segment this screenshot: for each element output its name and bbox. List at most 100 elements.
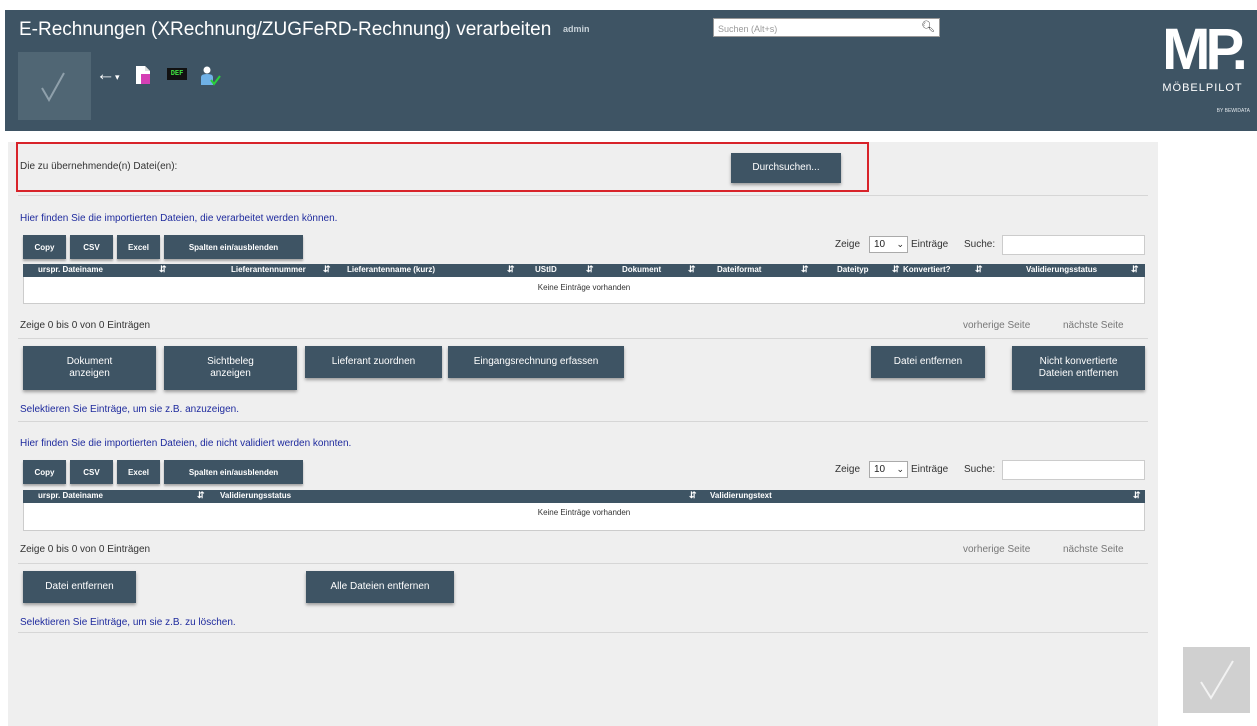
page-title: E-Rechnungen (XRechnung/ZUGFeRD-Rechnung… [19, 19, 552, 40]
divider [18, 632, 1148, 633]
table-search-label: Suche: [964, 239, 996, 250]
def-icon[interactable]: DEF [167, 68, 187, 80]
remove-file-button[interactable]: Datei entfernen [871, 346, 985, 378]
document-edit-icon[interactable] [135, 65, 151, 85]
button-line: Nicht konvertierte [1039, 356, 1118, 367]
length-suffix: Einträge [911, 239, 949, 250]
sort-icon[interactable]: ⇵ [507, 264, 515, 275]
length-prefix: Zeige [835, 464, 861, 475]
browse-button[interactable]: Durchsuchen... [731, 153, 841, 183]
button-line: anzeigen [210, 368, 251, 379]
sort-icon[interactable]: ⇵ [197, 490, 205, 501]
col-header[interactable]: Dateiformat [717, 265, 761, 274]
table2-header: urspr. Dateiname ⇵ Validierungsstatus ⇵ … [23, 490, 1145, 503]
table1-hint: Selektieren Sie Einträge, um sie z.B. an… [20, 404, 240, 415]
col-header[interactable]: Validierungsstatus [220, 491, 291, 500]
button-line: Dokument [66, 356, 113, 367]
table2-body: Keine Einträge vorhanden [23, 503, 1145, 531]
next-page-link[interactable]: nächste Seite [1063, 544, 1124, 555]
user-check-icon[interactable] [199, 65, 221, 87]
table2-info: Hier finden Sie die importierten Dateien… [20, 438, 352, 449]
remove-file-button[interactable]: Datei entfernen [23, 571, 136, 603]
table1-count: Zeige 0 bis 0 von 0 Einträgen [20, 320, 151, 331]
divider [18, 338, 1148, 339]
divider [18, 421, 1148, 422]
excel-button[interactable]: Excel [117, 235, 160, 259]
sort-icon[interactable]: ⇵ [1133, 490, 1141, 501]
table1-info: Hier finden Sie die importierten Dateien… [20, 213, 338, 224]
confirm-tile[interactable] [1183, 647, 1250, 713]
sort-icon[interactable]: ⇵ [323, 264, 331, 275]
csv-button[interactable]: CSV [70, 235, 113, 259]
col-header[interactable]: UStID [535, 265, 557, 274]
length-select[interactable]: 10 ⌄ [869, 461, 908, 478]
col-header[interactable]: urspr. Dateiname [38, 491, 103, 500]
columns-toggle-button[interactable]: Spalten ein/ausblenden [164, 460, 303, 484]
sort-icon[interactable]: ⇵ [159, 264, 167, 275]
empty-row: Keine Einträge vorhanden [537, 508, 631, 517]
sort-icon[interactable]: ⇵ [586, 264, 594, 275]
copy-button[interactable]: Copy [23, 460, 66, 484]
table1-body: Keine Einträge vorhanden [23, 277, 1145, 304]
excel-button[interactable]: Excel [117, 460, 160, 484]
copy-button[interactable]: Copy [23, 235, 66, 259]
col-header[interactable]: Validierungsstatus [1026, 265, 1097, 274]
chevron-down-icon: ⌄ [896, 239, 904, 249]
col-header[interactable]: Dateityp [837, 265, 869, 274]
sort-icon[interactable]: ⇵ [975, 264, 983, 275]
sort-icon[interactable]: ⇵ [689, 490, 697, 501]
button-line: Dateien entfernen [1038, 368, 1119, 379]
prev-page-link[interactable]: vorherige Seite [963, 320, 1030, 331]
global-search-input[interactable] [714, 20, 914, 38]
columns-toggle-button[interactable]: Spalten ein/ausblenden [164, 235, 303, 259]
search-icon[interactable]: 🔍︎ [921, 20, 935, 33]
app-header: E-Rechnungen (XRechnung/ZUGFeRD-Rechnung… [5, 10, 1257, 131]
company-logo: MP. MÖBELPILOT BY BEWIDATA [1155, 20, 1250, 130]
divider [18, 195, 1148, 196]
length-value: 10 [874, 239, 886, 250]
table2-count: Zeige 0 bis 0 von 0 Einträgen [20, 544, 151, 555]
back-arrow-icon[interactable]: ←▾ [96, 65, 120, 85]
chevron-down-icon: ⌄ [896, 464, 904, 474]
col-header[interactable]: Lieferantenname (kurz) [347, 265, 435, 274]
length-prefix: Zeige [835, 239, 861, 250]
button-line: anzeigen [69, 368, 110, 379]
table2-hint: Selektieren Sie Einträge, um sie z.B. zu… [20, 617, 236, 628]
app-root: E-Rechnungen (XRechnung/ZUGFeRD-Rechnung… [0, 0, 1257, 726]
col-header[interactable]: Lieferantennummer [231, 265, 306, 274]
assign-supplier-button[interactable]: Lieferant zuordnen [305, 346, 442, 378]
show-document-button[interactable]: Dokument anzeigen [23, 346, 156, 390]
table1-header: urspr. Dateiname ⇵ Lieferantennummer ⇵ L… [23, 264, 1145, 277]
col-header[interactable]: Konvertiert? [903, 265, 951, 274]
length-value: 10 [874, 464, 886, 475]
next-page-link[interactable]: nächste Seite [1063, 320, 1124, 331]
checkmark-icon [41, 72, 65, 102]
table-search-label: Suche: [964, 464, 996, 475]
sort-icon[interactable]: ⇵ [688, 264, 696, 275]
col-header[interactable]: urspr. Dateiname [38, 265, 103, 274]
csv-button[interactable]: CSV [70, 460, 113, 484]
sort-icon[interactable]: ⇵ [892, 264, 900, 275]
user-name: admin [563, 24, 590, 34]
table-search-input[interactable] [1002, 235, 1145, 255]
button-line: Sichtbeleg [207, 356, 254, 367]
logo-brand: MÖBELPILOT [1162, 82, 1243, 94]
remove-all-files-button[interactable]: Alle Dateien entfernen [306, 571, 454, 603]
col-header[interactable]: Dokument [622, 265, 661, 274]
length-suffix: Einträge [911, 464, 949, 475]
remove-unconverted-button[interactable]: Nicht konvertierte Dateien entfernen [1012, 346, 1145, 390]
length-select[interactable]: 10 ⌄ [869, 236, 908, 253]
sort-icon[interactable]: ⇵ [801, 264, 809, 275]
logo-byline: BY BEWIDATA [1216, 108, 1250, 114]
global-search[interactable]: 🔍︎ [713, 18, 940, 38]
logo-mark: MP. [1162, 17, 1248, 82]
table-search-input[interactable] [1002, 460, 1145, 480]
show-view-document-button[interactable]: Sichtbeleg anzeigen [164, 346, 297, 390]
checkmark-icon [1200, 660, 1234, 700]
prev-page-link[interactable]: vorherige Seite [963, 544, 1030, 555]
upload-label: Die zu übernehmende(n) Datei(en): [20, 161, 178, 172]
save-tile[interactable] [18, 52, 91, 120]
sort-icon[interactable]: ⇵ [1131, 264, 1139, 275]
col-header[interactable]: Validierungstext [710, 491, 772, 500]
record-invoice-button[interactable]: Eingangsrechnung erfassen [448, 346, 624, 378]
